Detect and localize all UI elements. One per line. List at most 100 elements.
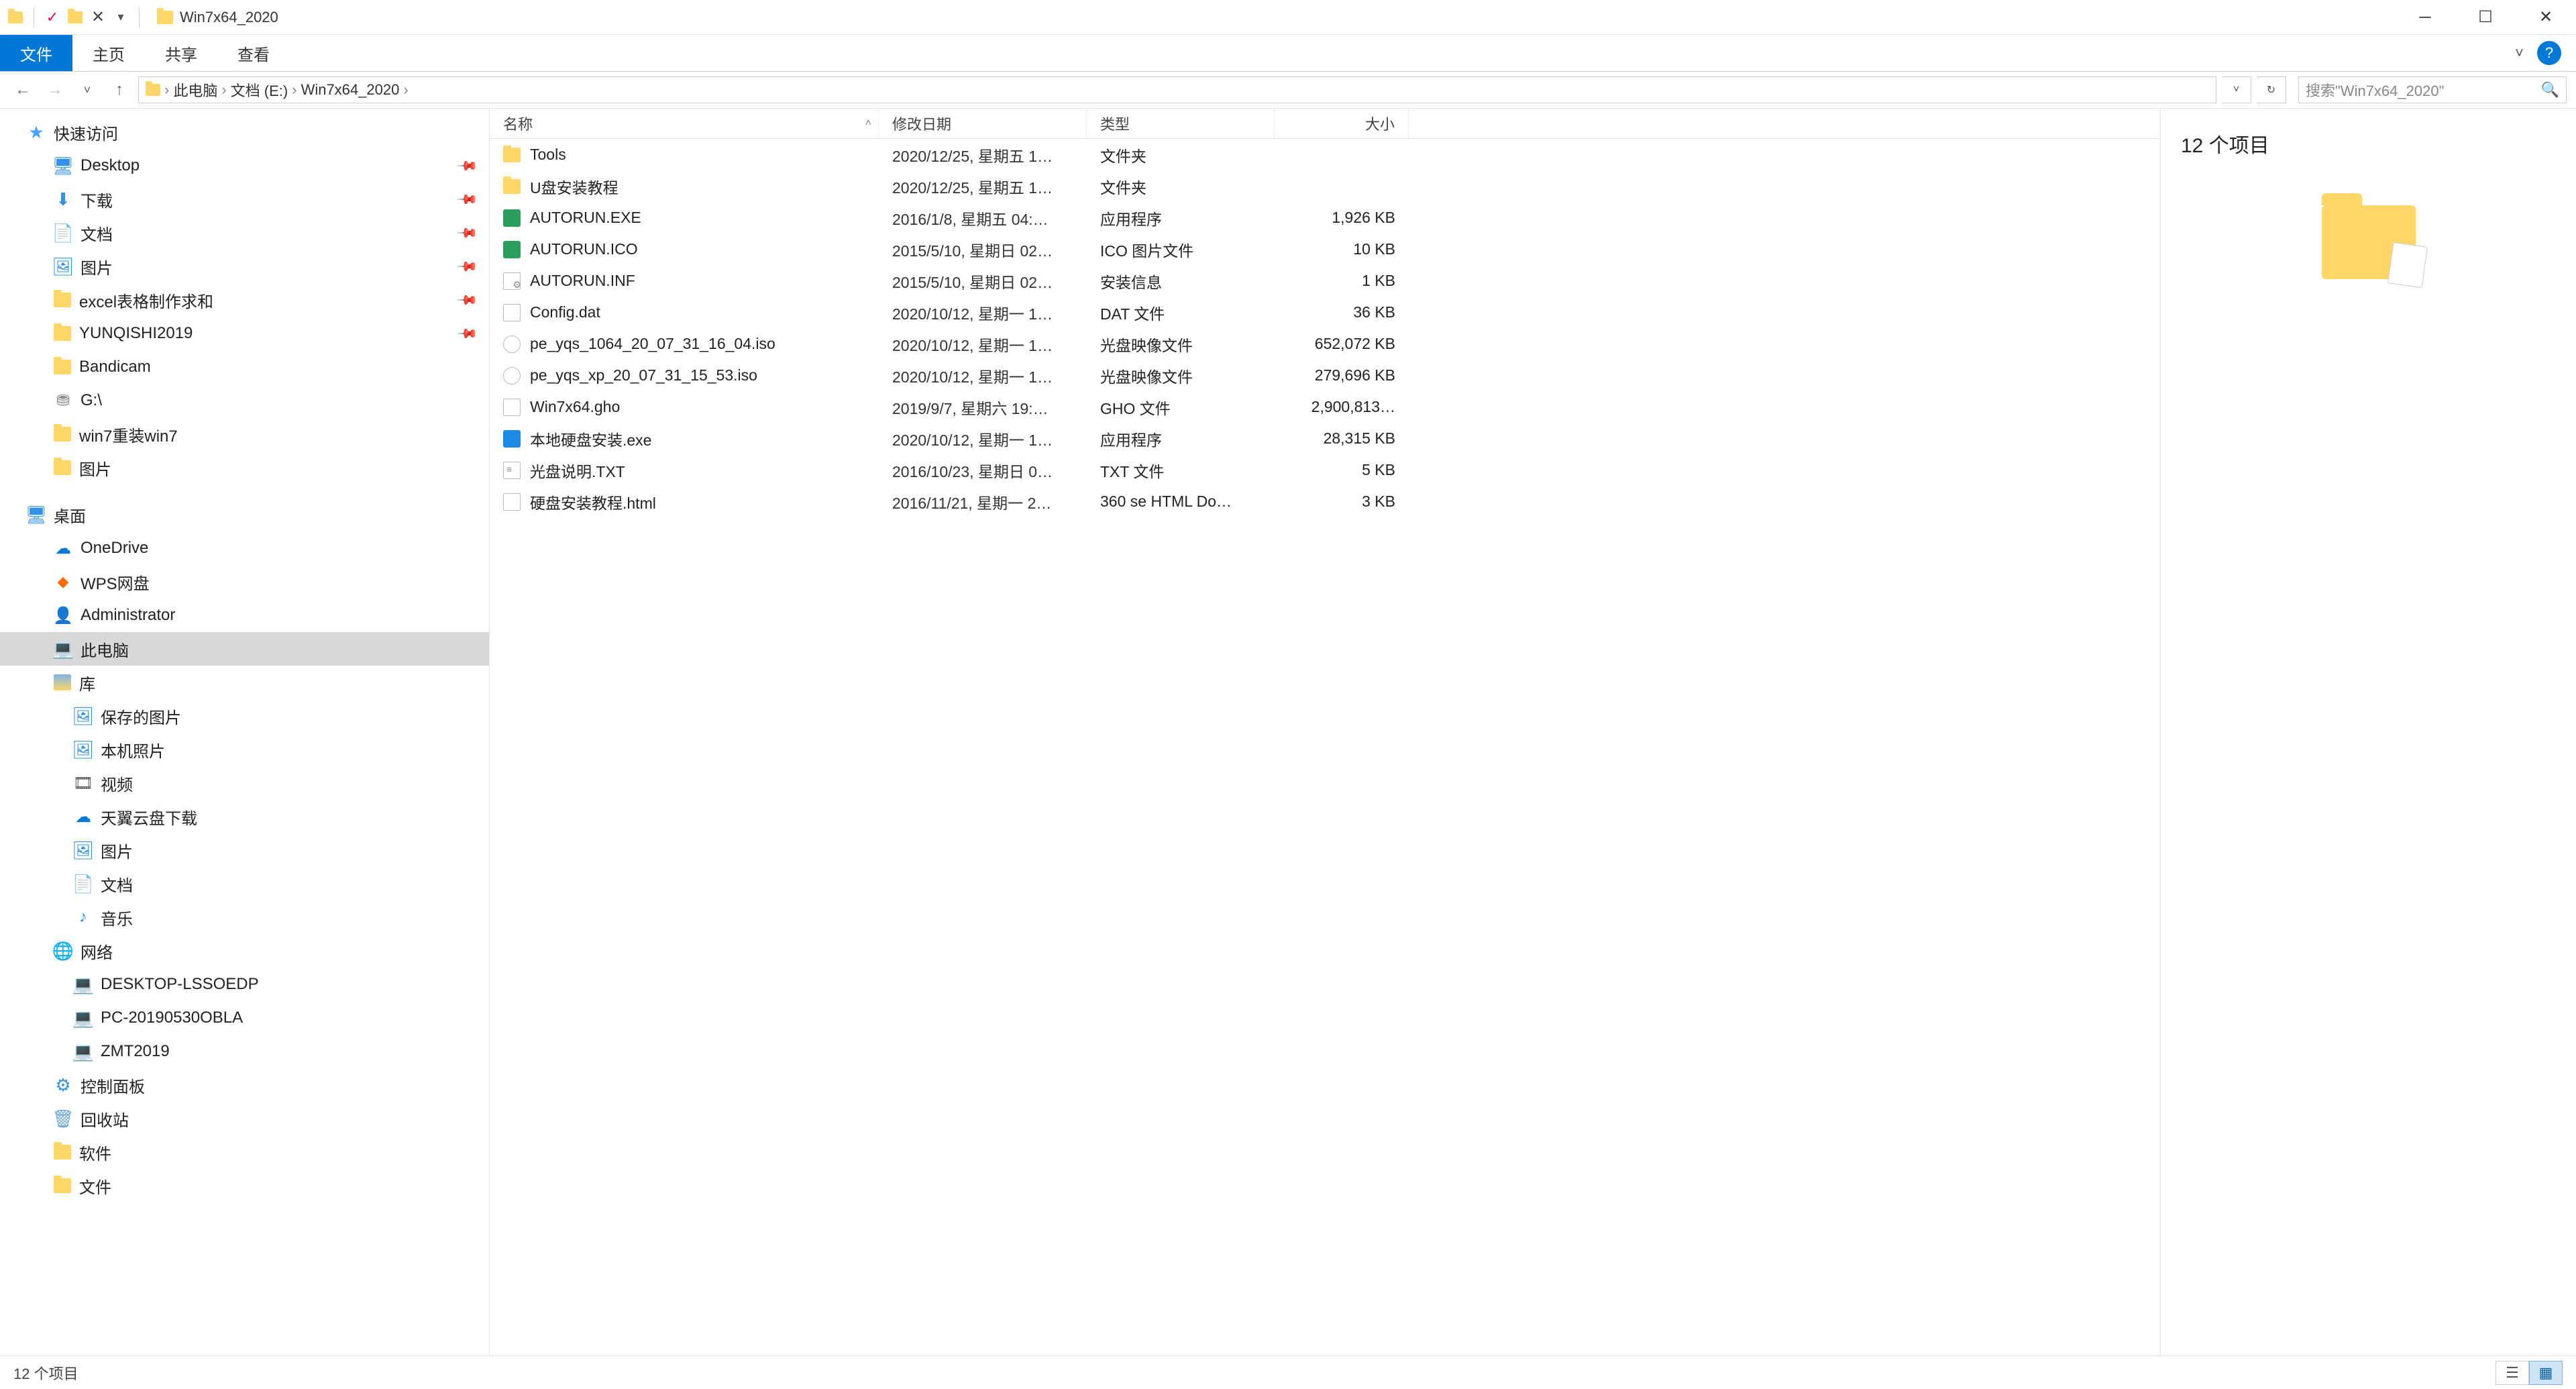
pin-icon: 📌 xyxy=(455,187,479,211)
column-date[interactable]: 修改日期 xyxy=(879,109,1087,138)
sidebar-item[interactable]: 软件 xyxy=(0,1135,489,1169)
sidebar-item[interactable]: ☁天翼云盘下载 xyxy=(0,800,489,833)
close-button[interactable]: ✕ xyxy=(2516,0,2576,35)
file-row[interactable]: pe_yqs_xp_20_07_31_15_53.iso2020/10/12, … xyxy=(490,360,2160,391)
help-icon[interactable]: ? xyxy=(2537,41,2561,65)
sidebar-item[interactable]: ⛃G:\ xyxy=(0,384,489,417)
sidebar-item[interactable]: ⬇下载📌 xyxy=(0,183,489,216)
chevron-right-icon[interactable]: › xyxy=(403,81,408,99)
column-name[interactable]: 名称˄ xyxy=(490,109,879,138)
file-row[interactable]: Tools2020/12/25, 星期五 1…文件夹 xyxy=(490,139,2160,170)
sidebar-item[interactable]: Bandicam xyxy=(0,350,489,384)
sidebar-item[interactable]: 🖼图片 xyxy=(0,833,489,867)
sidebar-item[interactable]: ☁OneDrive xyxy=(0,531,489,565)
file-row[interactable]: 本地硬盘安装.exe2020/10/12, 星期一 1…应用程序28,315 K… xyxy=(490,423,2160,454)
sidebar-item[interactable]: ★快速访问 xyxy=(0,115,489,149)
recent-dropdown-icon[interactable]: ˅ xyxy=(74,76,101,103)
sidebar-item-label: 天翼云盘下载 xyxy=(101,805,197,829)
sidebar-item[interactable]: win7重装win7 xyxy=(0,417,489,451)
sidebar-item-label: Desktop xyxy=(80,156,140,175)
back-button[interactable]: ← xyxy=(9,76,36,103)
sidebar-item[interactable]: 库 xyxy=(0,666,489,699)
chevron-right-icon[interactable]: › xyxy=(292,81,297,99)
sidebar-item[interactable]: 💻PC-20190530OBLA xyxy=(0,1001,489,1035)
file-row[interactable]: 硬盘安装教程.html2016/11/21, 星期一 2…360 se HTML… xyxy=(490,486,2160,517)
forward-button[interactable]: → xyxy=(42,76,68,103)
column-size[interactable]: 大小 xyxy=(1275,109,1409,138)
qat-yellow-folder-icon[interactable] xyxy=(66,9,84,26)
sidebar-item[interactable]: 🖼保存的图片 xyxy=(0,699,489,733)
drive-icon: ⛃ xyxy=(54,391,72,410)
ribbon-tab-home[interactable]: 主页 xyxy=(72,35,145,71)
view-icons-button[interactable]: ▦ xyxy=(2529,1361,2563,1385)
file-type: 文件夹 xyxy=(1087,175,1275,198)
sidebar-item[interactable]: 🌐网络 xyxy=(0,934,489,968)
sidebar-item[interactable]: 🖥桌面 xyxy=(0,498,489,531)
refresh-button[interactable]: ↻ xyxy=(2257,76,2286,103)
sidebar-item[interactable]: 🗑回收站 xyxy=(0,1102,489,1135)
sidebar-item[interactable]: 🎞视频 xyxy=(0,766,489,800)
file-type: 光盘映像文件 xyxy=(1087,364,1275,387)
sidebar-item[interactable]: excel表格制作求和📌 xyxy=(0,283,489,317)
sidebar-item[interactable]: 💻DESKTOP-LSSOEDP xyxy=(0,968,489,1001)
search-icon[interactable]: 🔍 xyxy=(2541,81,2559,99)
file-row[interactable]: AUTORUN.EXE2016/1/8, 星期五 04:…应用程序1,926 K… xyxy=(490,202,2160,234)
file-row[interactable]: 光盘说明.TXT2016/10/23, 星期日 0…TXT 文件5 KB xyxy=(490,454,2160,486)
sidebar-item[interactable]: ♪音乐 xyxy=(0,901,489,934)
pin-icon: 📌 xyxy=(455,321,479,345)
preview-folder-icon xyxy=(2322,205,2416,279)
nav-row: ← → ˅ ↑ › 此电脑 › 文档 (E:) › Win7x64_2020 ›… xyxy=(0,72,2576,109)
sidebar-item[interactable]: ⚙控制面板 xyxy=(0,1068,489,1102)
sidebar-item[interactable]: ◆WPS网盘 xyxy=(0,565,489,599)
chevron-right-icon[interactable]: › xyxy=(164,81,169,99)
sidebar-item-label: 回收站 xyxy=(80,1107,129,1131)
sidebar-item[interactable]: 文件 xyxy=(0,1169,489,1202)
view-details-button[interactable]: ☰ xyxy=(2496,1361,2529,1385)
sidebar-item[interactable]: 📄文档 xyxy=(0,867,489,901)
sidebar-item[interactable]: 图片 xyxy=(0,451,489,484)
breadcrumb-item[interactable]: 此电脑 xyxy=(173,79,217,101)
pc-icon: 💻 xyxy=(74,1009,93,1027)
folder-icon xyxy=(54,427,71,442)
file-row[interactable]: Config.dat2020/10/12, 星期一 1…DAT 文件36 KB xyxy=(490,297,2160,328)
ribbon-tab-share[interactable]: 共享 xyxy=(145,35,217,71)
status-text: 12 个项目 xyxy=(13,1362,78,1384)
ribbon-tab-view[interactable]: 查看 xyxy=(217,35,290,71)
ribbon-collapse-icon[interactable]: ˅ xyxy=(2508,44,2530,62)
qat-dropdown-icon[interactable]: ▾ xyxy=(112,9,129,26)
file-date: 2016/10/23, 星期日 0… xyxy=(879,459,1087,482)
folder-icon xyxy=(54,326,71,341)
star-icon: ★ xyxy=(27,123,46,142)
address-bar[interactable]: › 此电脑 › 文档 (E:) › Win7x64_2020 › xyxy=(138,76,2216,103)
ribbon-tab-file[interactable]: 文件 xyxy=(0,35,72,71)
sidebar-item[interactable]: 🖼图片📌 xyxy=(0,250,489,283)
file-row[interactable]: AUTORUN.ICO2015/5/10, 星期日 02…ICO 图片文件10 … xyxy=(490,234,2160,265)
breadcrumb-item[interactable]: 文档 (E:) xyxy=(231,79,288,101)
file-row[interactable]: Win7x64.gho2019/9/7, 星期六 19:…GHO 文件2,900… xyxy=(490,391,2160,423)
file-name: U盘安装教程 xyxy=(530,175,619,198)
maximize-button[interactable]: ☐ xyxy=(2455,0,2516,35)
qat-checkmark-icon[interactable]: ✓ xyxy=(44,9,61,26)
qat-close-icon[interactable]: ✕ xyxy=(89,9,107,26)
breadcrumb-item[interactable]: Win7x64_2020 xyxy=(301,81,400,99)
search-input[interactable]: 搜索"Win7x64_2020" 🔍 xyxy=(2298,76,2567,103)
sidebar-item[interactable]: 💻此电脑 xyxy=(0,632,489,666)
sidebar-item[interactable]: 📄文档📌 xyxy=(0,216,489,250)
sidebar-item[interactable]: 💻ZMT2019 xyxy=(0,1035,489,1068)
file-type: 文件夹 xyxy=(1087,144,1275,166)
chevron-right-icon[interactable]: › xyxy=(221,81,226,99)
file-row[interactable]: pe_yqs_1064_20_07_31_16_04.iso2020/10/12… xyxy=(490,328,2160,360)
sidebar-item[interactable]: 🖥Desktop📌 xyxy=(0,149,489,183)
file-row[interactable]: U盘安装教程2020/12/25, 星期五 1…文件夹 xyxy=(490,170,2160,202)
up-button[interactable]: ↑ xyxy=(106,76,133,103)
file-date: 2020/10/12, 星期一 1… xyxy=(879,364,1087,387)
sidebar-item[interactable]: YUNQISHI2019📌 xyxy=(0,317,489,350)
sidebar-item[interactable]: 🖼本机照片 xyxy=(0,733,489,766)
file-row[interactable]: AUTORUN.INF2015/5/10, 星期日 02…安装信息1 KB xyxy=(490,265,2160,297)
minimize-button[interactable]: ─ xyxy=(2395,0,2455,35)
sidebar-item[interactable]: 👤Administrator xyxy=(0,599,489,632)
address-dropdown-icon[interactable]: ˅ xyxy=(2222,76,2251,103)
folder-icon xyxy=(54,1145,71,1160)
column-type[interactable]: 类型 xyxy=(1087,109,1275,138)
file-name: Win7x64.gho xyxy=(530,398,620,416)
